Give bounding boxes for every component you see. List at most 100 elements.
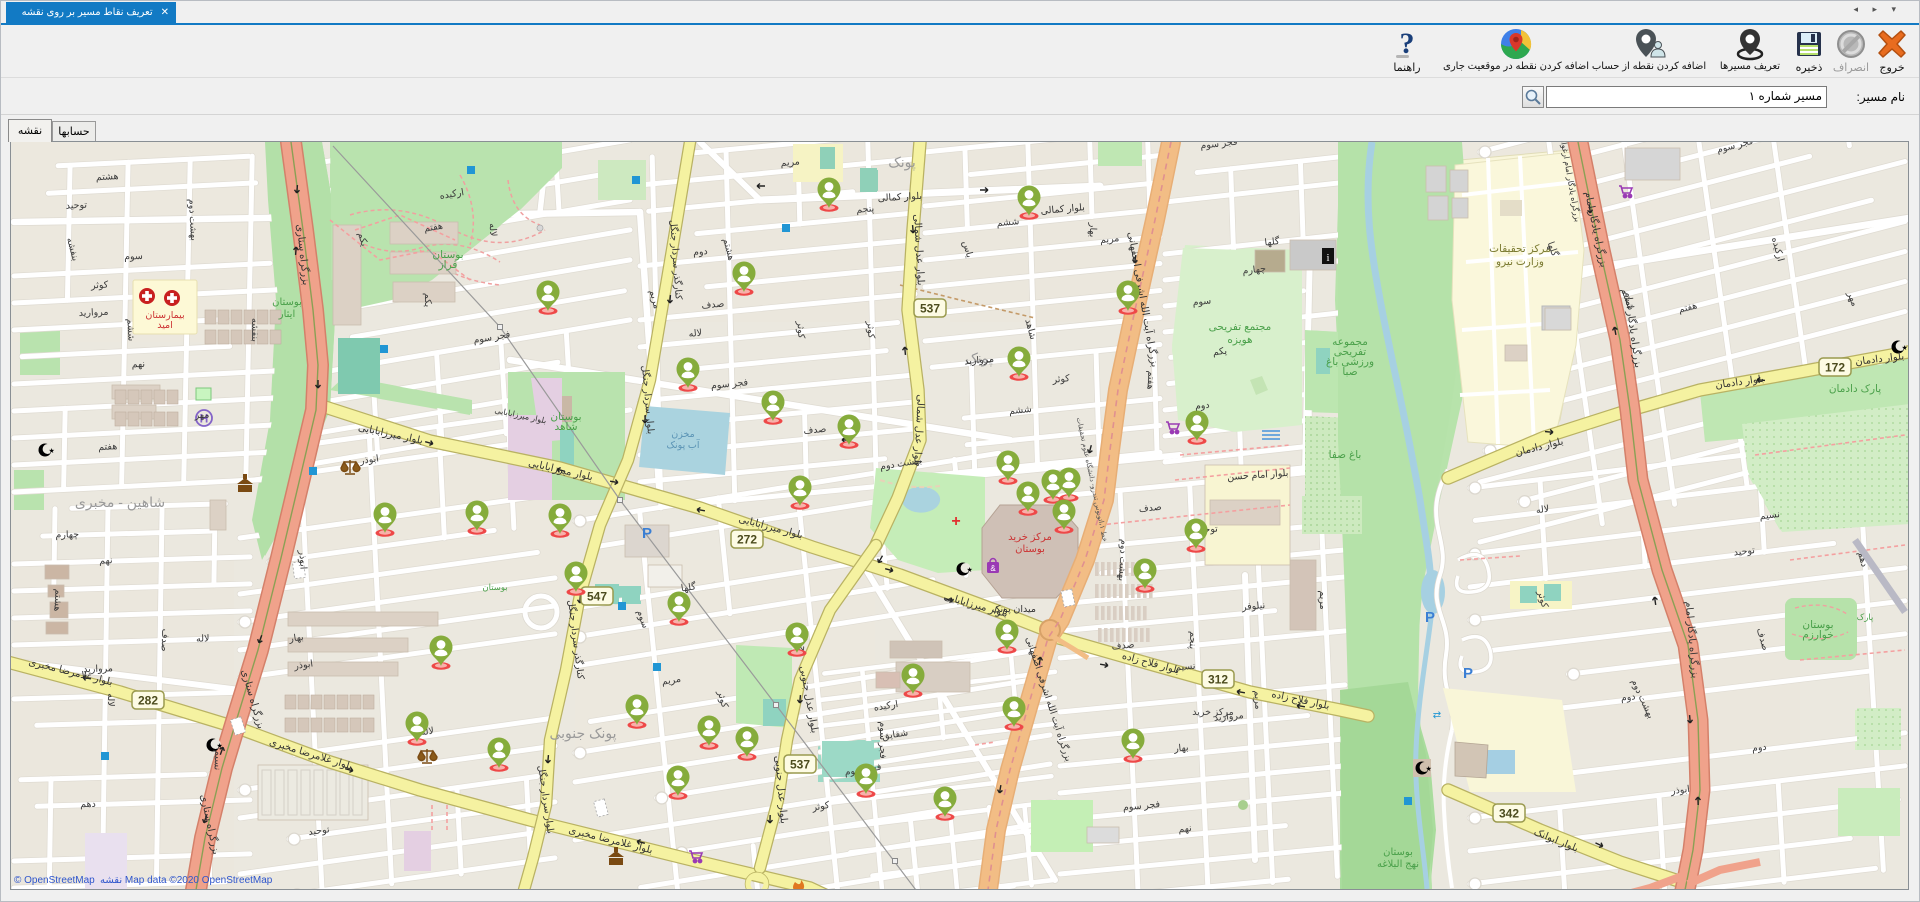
svg-text:دوم: دوم xyxy=(692,246,708,258)
svg-text:i: i xyxy=(1326,252,1329,264)
svg-text:نهم: نهم xyxy=(99,555,113,566)
svg-text:بهار: بهار xyxy=(1173,742,1189,754)
svg-text:مریم: مریم xyxy=(1317,590,1328,609)
svg-text:آب پونک: آب پونک xyxy=(667,438,700,451)
svg-text:وزارت نیرو: وزارت نیرو xyxy=(1495,256,1544,268)
svg-text:کوثر: کوثر xyxy=(864,320,876,339)
svg-text:کوثر: کوثر xyxy=(794,320,806,339)
svg-text:هفتم: هفتم xyxy=(98,441,118,453)
svg-text:صدف: صدف xyxy=(701,298,725,311)
svg-text:نهم: نهم xyxy=(131,359,145,371)
svg-text:⇄: ⇄ xyxy=(1433,710,1441,721)
svg-text:P: P xyxy=(1463,665,1473,682)
svg-text:مجتمع تفریحی: مجتمع تفریحی xyxy=(1209,321,1272,333)
svg-text:سوم: سوم xyxy=(124,251,143,263)
svg-text:امید: امید xyxy=(157,320,173,331)
svg-text:بلوار کمالی: بلوار کمالی xyxy=(877,191,922,204)
svg-text:★: ★ xyxy=(49,447,55,455)
svg-text:© OpenStreetMap: © OpenStreetMap xyxy=(14,875,95,886)
svg-text:کوثر: کوثر xyxy=(1051,373,1071,386)
svg-text:537: 537 xyxy=(920,302,940,316)
svg-text:هفتم: هفتم xyxy=(1145,370,1157,390)
svg-text:هشتم: هشتم xyxy=(96,171,119,183)
svg-text:مروارید: مروارید xyxy=(78,307,108,319)
svg-text:چهارم: چهارم xyxy=(55,529,79,541)
svg-text:272: 272 xyxy=(737,533,757,547)
svg-text:نهم: نهم xyxy=(1178,823,1192,835)
svg-text:صدف: صدف xyxy=(158,628,170,651)
svg-text:خوارزم: خوارزم xyxy=(1802,629,1833,641)
svg-text:537: 537 xyxy=(790,758,810,772)
svg-text:بهار: بهار xyxy=(287,632,304,645)
svg-text:توحید: توحید xyxy=(66,200,88,212)
svg-text:پونک جنوبی: پونک جنوبی xyxy=(549,725,616,742)
svg-text:بوستان: بوستان xyxy=(1383,847,1413,858)
svg-text:&: & xyxy=(990,564,996,573)
svg-text:پنجم: پنجم xyxy=(1187,631,1199,650)
svg-text:مریم: مریم xyxy=(1251,690,1263,710)
svg-text:پارک: پارک xyxy=(1857,612,1874,622)
svg-text:نهج البلاغه: نهج البلاغه xyxy=(1377,859,1419,870)
svg-text:شاهد: شاهد xyxy=(554,421,577,433)
svg-text:نسیم: نسیم xyxy=(211,750,223,771)
svg-text:لاله: لاله xyxy=(196,633,210,644)
svg-text:گلها: گلها xyxy=(1264,235,1281,249)
svg-text:لاله: لاله xyxy=(688,328,702,340)
svg-text:سوم: سوم xyxy=(1192,295,1212,308)
svg-text:ابوذر: ابوذر xyxy=(296,549,308,570)
svg-text:بوستان: بوستان xyxy=(272,297,302,308)
svg-text:ابوذر: ابوذر xyxy=(1669,784,1690,797)
svg-text:صدف: صدف xyxy=(803,424,827,437)
svg-text:فجر سوم: فجر سوم xyxy=(877,721,888,758)
svg-text:نیلوفر: نیلوفر xyxy=(1240,600,1265,613)
svg-text:باغ صفا: باغ صفا xyxy=(1329,449,1362,461)
svg-text:لاله: لاله xyxy=(105,693,116,706)
svg-text:282: 282 xyxy=(138,694,158,708)
svg-text:صدف: صدف xyxy=(1111,639,1135,652)
svg-text:ششم: ششم xyxy=(996,216,1020,229)
svg-text:ششم: ششم xyxy=(124,318,136,341)
svg-text:پنجم: پنجم xyxy=(856,203,875,216)
svg-text:پونک: پونک xyxy=(888,154,916,171)
svg-text:نقشه Map data ©2020 OpenStreet: نقشه Map data ©2020 OpenStreetMap xyxy=(100,875,273,886)
svg-text:نسیم: نسیم xyxy=(1175,661,1196,674)
svg-text:بنفشه: بنفشه xyxy=(249,318,260,342)
svg-text:مروارید: مروارید xyxy=(83,663,113,675)
svg-text:547: 547 xyxy=(587,590,607,604)
svg-text:هویزه: هویزه xyxy=(1227,334,1252,346)
svg-text:P: P xyxy=(642,525,652,542)
svg-text:172: 172 xyxy=(1825,361,1845,375)
svg-text:بوستان: بوستان xyxy=(1015,544,1045,555)
svg-text:بوستان: بوستان xyxy=(482,582,507,592)
svg-text:مریم: مریم xyxy=(780,156,800,169)
svg-text:مخزن: مخزن xyxy=(671,429,694,440)
svg-text:342: 342 xyxy=(1499,807,1519,821)
svg-text:ششم: ششم xyxy=(1008,404,1032,417)
svg-text:هشتم: هشتم xyxy=(51,589,63,612)
svg-text:یکم: یکم xyxy=(422,293,433,308)
svg-text:پارک دادمان: پارک دادمان xyxy=(1829,383,1881,395)
svg-text:مهر: مهر xyxy=(193,410,209,422)
svg-text:دهم: دهم xyxy=(80,799,96,810)
svg-text:صدف: صدف xyxy=(1138,502,1162,515)
svg-text:کوثر: کوثر xyxy=(90,280,109,292)
svg-text:دوم: دوم xyxy=(1194,400,1210,413)
svg-text:لاله: لاله xyxy=(487,223,499,237)
svg-text:★: ★ xyxy=(967,566,973,574)
svg-text:صبا: صبا xyxy=(1342,366,1357,378)
svg-text:312: 312 xyxy=(1208,673,1228,687)
svg-text:مرکز خرید: مرکز خرید xyxy=(1008,532,1052,543)
svg-text:مریم: مریم xyxy=(1099,233,1119,246)
svg-text:مرکز تحقیقات: مرکز تحقیقات xyxy=(1489,243,1551,255)
svg-text:دوم: دوم xyxy=(1751,742,1767,755)
svg-text:فراز: فراز xyxy=(438,259,458,271)
svg-text:بهار: بهار xyxy=(1087,222,1099,238)
svg-text:بهشت دوم: بهشت دوم xyxy=(186,199,199,242)
svg-text:★: ★ xyxy=(217,742,223,750)
svg-text:بهشت دوم: بهشت دوم xyxy=(1116,539,1129,582)
svg-text:ایثار: ایثار xyxy=(278,309,295,320)
svg-text:شاهین - مخبری: شاهین - مخبری xyxy=(75,494,165,511)
svg-text:لاله: لاله xyxy=(1535,504,1550,517)
svg-text:★: ★ xyxy=(1426,765,1432,773)
svg-text:+: + xyxy=(951,513,960,530)
